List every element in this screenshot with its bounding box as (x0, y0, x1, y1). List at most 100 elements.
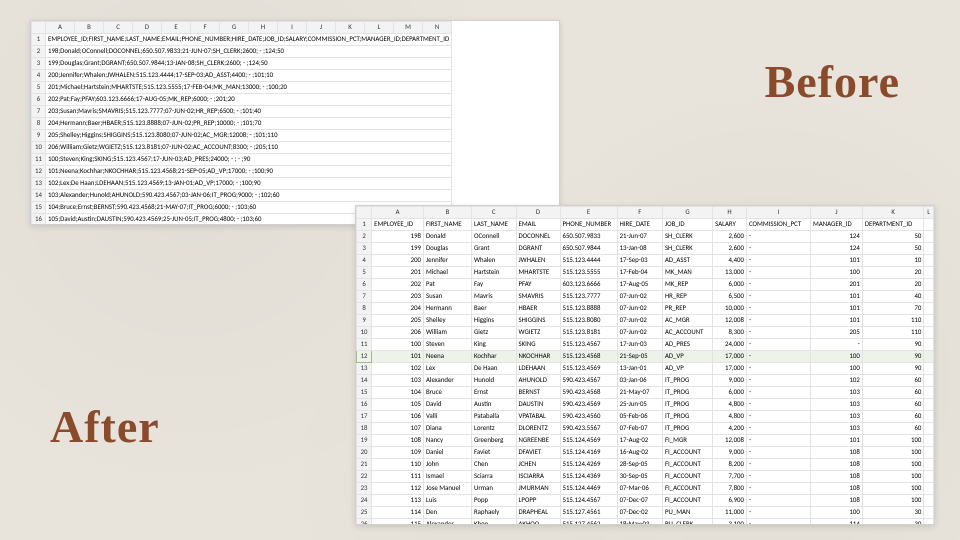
cell[interactable]: 198;Donald;OConnell;DOCONNEL;650.507.983… (46, 46, 452, 58)
cell[interactable]: 101 (811, 435, 863, 447)
cell[interactable]: AC_MGR (662, 315, 712, 327)
header-cell[interactable]: FIRST_NAME (423, 219, 471, 231)
cell[interactable]: 100 (862, 459, 924, 471)
cell[interactable]: - (746, 447, 810, 459)
cell[interactable]: Chen (471, 459, 516, 471)
cell[interactable]: 7,800 (713, 483, 747, 495)
cell[interactable] (924, 435, 934, 447)
cell[interactable]: 200;Jennifer;Whalen;JWHALEN;515.123.4444… (46, 70, 452, 82)
cell[interactable]: IT_PROG (662, 411, 712, 423)
row-header[interactable]: 7 (357, 291, 372, 303)
row-header[interactable]: 3 (357, 243, 372, 255)
col-header-A[interactable]: A (46, 22, 75, 34)
col-header-K[interactable]: K (862, 207, 924, 219)
row-header[interactable]: 20 (357, 447, 372, 459)
cell[interactable]: 60 (862, 387, 924, 399)
col-header-F[interactable]: F (191, 22, 220, 34)
row-header[interactable]: 1 (357, 219, 372, 231)
cell[interactable]: 113 (372, 495, 424, 507)
cell[interactable]: - (746, 375, 810, 387)
header-cell[interactable]: HIRE_DATE (617, 219, 662, 231)
cell[interactable]: 17,000 (713, 363, 747, 375)
cell[interactable]: 21-Jun-07 (617, 231, 662, 243)
cell[interactable]: AD_VP (662, 363, 712, 375)
cell[interactable]: 100 (862, 435, 924, 447)
cell[interactable]: Kochhar (471, 351, 516, 363)
cell[interactable]: FI_ACCOUNT (662, 483, 712, 495)
cell[interactable]: 17-Feb-04 (617, 267, 662, 279)
cell[interactable] (924, 363, 934, 375)
cell[interactable]: 198 (372, 231, 424, 243)
cell[interactable]: 03-Jan-06 (617, 375, 662, 387)
cell[interactable]: 203;Susan;Mavris;SMAVRIS;515.123.7777;07… (46, 106, 452, 118)
cell[interactable]: Nancy (423, 435, 471, 447)
cell[interactable]: - (746, 399, 810, 411)
cell[interactable]: Hartstein (471, 267, 516, 279)
cell[interactable]: 07-Jun-02 (617, 303, 662, 315)
cell[interactable]: - (746, 351, 810, 363)
cell[interactable]: - (746, 267, 810, 279)
cell[interactable]: 203 (372, 291, 424, 303)
col-header-E[interactable]: E (162, 22, 191, 34)
cell[interactable]: 515.127.4562 (560, 519, 617, 526)
cell[interactable]: 115 (372, 519, 424, 526)
cell[interactable]: 110 (862, 327, 924, 339)
cell[interactable]: 4,400 (713, 255, 747, 267)
cell[interactable]: 100 (862, 483, 924, 495)
cell[interactable]: HBAER (516, 303, 560, 315)
cell[interactable]: 101 (811, 291, 863, 303)
cell[interactable]: 12,008 (713, 315, 747, 327)
cell[interactable]: 30 (862, 507, 924, 519)
cell[interactable]: ISCIARRA (516, 471, 560, 483)
cell[interactable]: 108 (811, 495, 863, 507)
cell[interactable]: 20 (862, 279, 924, 291)
cell[interactable]: 6,000 (713, 387, 747, 399)
cell[interactable]: 6,000 (713, 279, 747, 291)
cell[interactable]: 109 (372, 447, 424, 459)
cell[interactable]: 650.507.9844 (560, 243, 617, 255)
cell[interactable]: JMURMAN (516, 483, 560, 495)
cell[interactable]: Susan (423, 291, 471, 303)
cell[interactable]: 515.123.8181 (560, 327, 617, 339)
cell[interactable]: - (746, 423, 810, 435)
cell[interactable]: 102 (372, 363, 424, 375)
cell[interactable]: 515.123.4444 (560, 255, 617, 267)
cell[interactable]: 515.123.5555 (560, 267, 617, 279)
cell[interactable]: Steven (423, 339, 471, 351)
cell[interactable] (924, 303, 934, 315)
cell[interactable]: - (746, 291, 810, 303)
cell[interactable]: IT_PROG (662, 399, 712, 411)
cell[interactable]: 07-Jun-02 (617, 291, 662, 303)
cell[interactable]: 106 (372, 411, 424, 423)
cell[interactable]: Pat (423, 279, 471, 291)
row-header[interactable]: 9 (357, 315, 372, 327)
cell[interactable]: DGRANT (516, 243, 560, 255)
cell[interactable]: 515.123.4569 (560, 363, 617, 375)
col-header-B[interactable]: B (423, 207, 471, 219)
col-header-J[interactable]: J (811, 207, 863, 219)
cell[interactable]: - (746, 411, 810, 423)
cell[interactable]: 100 (372, 339, 424, 351)
cell[interactable]: - (746, 279, 810, 291)
cell[interactable]: 17-Aug-05 (617, 279, 662, 291)
cell[interactable]: 100 (862, 471, 924, 483)
cell[interactable]: 60 (862, 423, 924, 435)
cell[interactable]: John (423, 459, 471, 471)
cell[interactable]: 8,300 (713, 327, 747, 339)
cell[interactable]: DAUSTIN (516, 399, 560, 411)
row-header[interactable]: 19 (357, 435, 372, 447)
cell[interactable]: 4,800 (713, 399, 747, 411)
cell[interactable]: SKING (516, 339, 560, 351)
row-header[interactable]: 4 (32, 70, 46, 82)
col-header-A[interactable]: A (372, 207, 424, 219)
row-header[interactable]: 10 (32, 142, 46, 154)
cell[interactable]: Higgins (471, 315, 516, 327)
cell[interactable]: DOCONNEL (516, 231, 560, 243)
cell[interactable]: Bruce (423, 387, 471, 399)
row-header[interactable]: 22 (357, 471, 372, 483)
cell[interactable]: 07-Jun-02 (617, 327, 662, 339)
cell[interactable]: 124 (811, 231, 863, 243)
col-header-C[interactable]: C (471, 207, 516, 219)
cell[interactable]: 6,900 (713, 495, 747, 507)
cell[interactable]: 204 (372, 303, 424, 315)
